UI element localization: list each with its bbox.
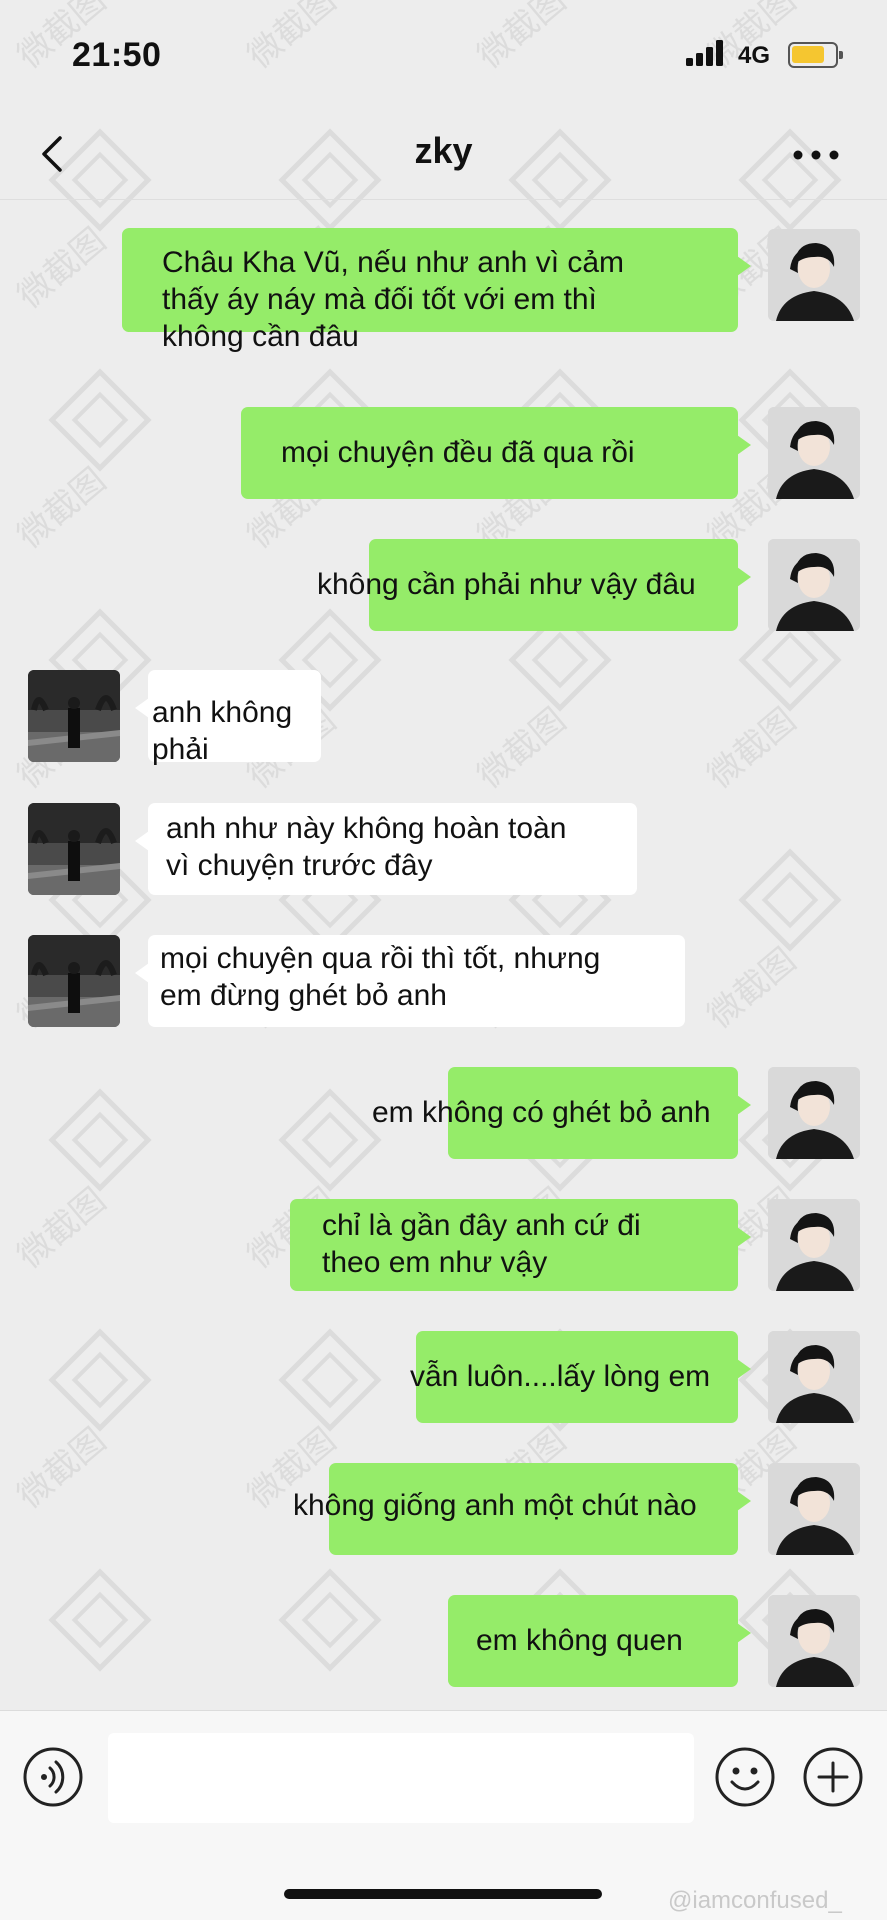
avatar[interactable] xyxy=(28,670,120,762)
status-bar: 21:50 4G xyxy=(0,0,887,110)
message-bubble-sent[interactable]: mọi chuyện đều đã qua rồi xyxy=(241,407,751,499)
emoji-icon[interactable] xyxy=(714,1746,776,1808)
avatar[interactable] xyxy=(28,803,120,895)
avatar[interactable] xyxy=(768,1067,860,1159)
plus-icon[interactable] xyxy=(802,1746,864,1808)
message-bubble-received[interactable]: mọi chuyện qua rồi thì tốt, nhưng em đừn… xyxy=(135,935,685,1027)
avatar[interactable] xyxy=(768,1595,860,1687)
more-options-icon[interactable] xyxy=(788,132,844,178)
avatar[interactable] xyxy=(768,1199,860,1291)
message-bubble-sent[interactable]: vẫn luôn....lấy lòng em xyxy=(410,1331,751,1423)
input-bar: @iamconfused_ xyxy=(0,1710,887,1920)
message-bubble-sent[interactable]: em không có ghét bỏ anh xyxy=(372,1067,751,1159)
avatar[interactable] xyxy=(768,1331,860,1423)
message-bubble-sent[interactable]: em không quen xyxy=(448,1595,751,1687)
message-bubble-received[interactable]: anh không phải xyxy=(135,670,321,766)
battery-icon xyxy=(788,42,843,68)
avatar[interactable] xyxy=(768,1463,860,1555)
avatar[interactable] xyxy=(768,407,860,499)
message-bubble-sent[interactable]: không giống anh một chút nào xyxy=(293,1463,751,1555)
clock-time: 21:50 xyxy=(72,36,162,74)
avatar[interactable] xyxy=(768,539,860,631)
message-bubble-received[interactable]: anh như này không hoàn toàn vì chuyện tr… xyxy=(135,803,637,895)
watermark-credit: @iamconfused_ xyxy=(668,1887,842,1914)
avatar[interactable] xyxy=(768,229,860,321)
message-input[interactable] xyxy=(108,1733,694,1823)
signal-icon xyxy=(686,40,728,66)
message-bubble-sent[interactable]: chỉ là gần đây anh cứ đi theo em như vậy xyxy=(290,1199,751,1291)
avatar[interactable] xyxy=(28,935,120,1027)
chat-header: zky xyxy=(0,110,887,200)
message-bubble-sent[interactable]: không cần phải như vậy đâu xyxy=(317,539,751,631)
message-bubble-sent[interactable]: Châu Kha Vũ, nếu như anh vì cảm thấy áy … xyxy=(122,228,751,353)
network-label: 4G xyxy=(738,42,771,69)
battery-level xyxy=(792,46,824,63)
chat-title: zky xyxy=(414,130,473,171)
voice-icon[interactable] xyxy=(22,1746,84,1808)
home-indicator[interactable] xyxy=(284,1889,602,1899)
